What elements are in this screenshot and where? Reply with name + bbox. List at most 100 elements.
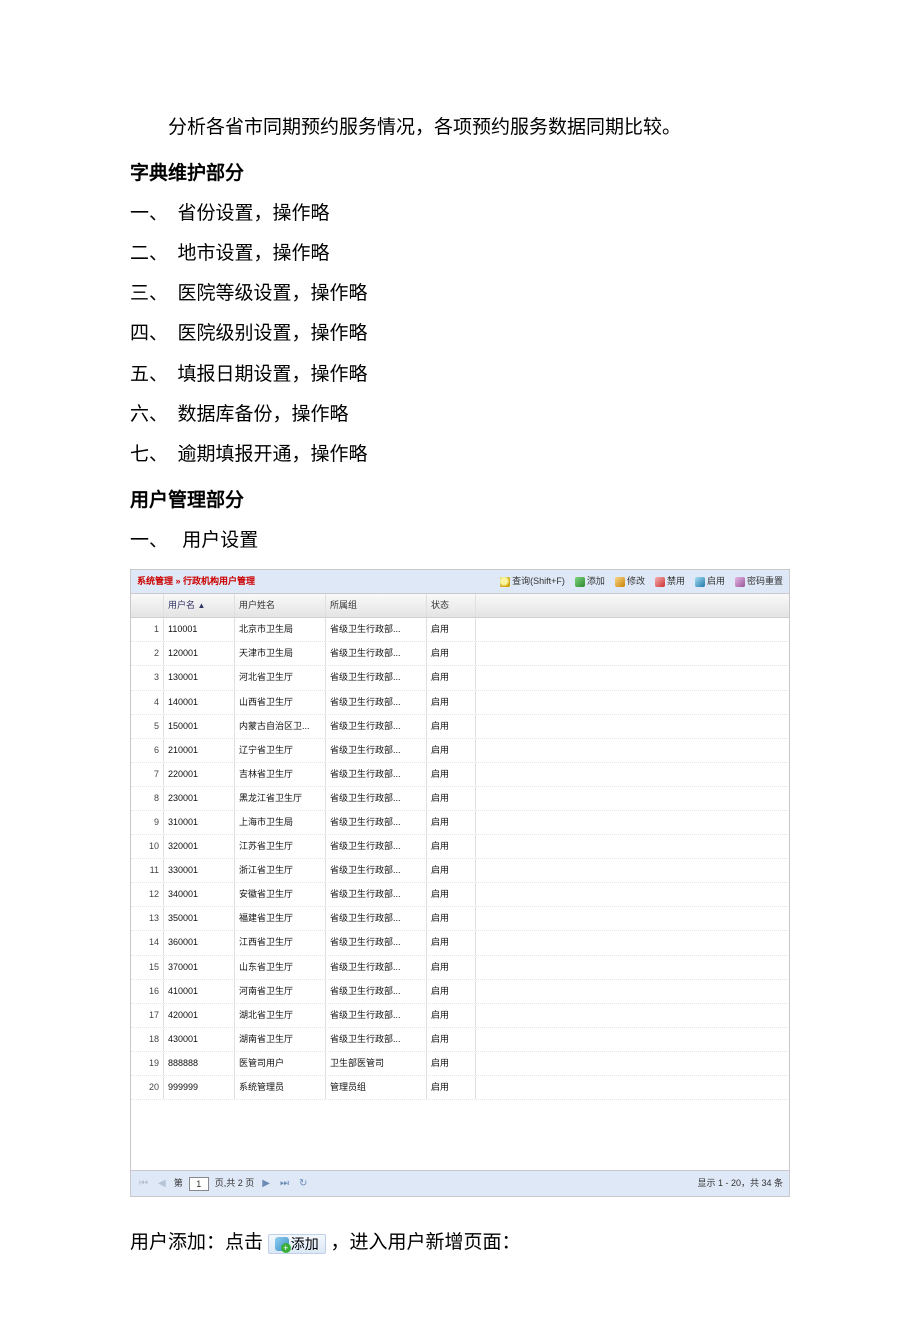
list-text: 填报日期设置，操作略 (178, 364, 368, 385)
cell-status: 启用 (427, 787, 476, 810)
enable-icon (695, 577, 705, 587)
list-text: 医院等级设置，操作略 (178, 283, 368, 304)
cell-status: 启用 (427, 618, 476, 641)
cell-name: 浙江省卫生厅 (235, 859, 326, 882)
cell-group: 省级卫生行政部... (326, 787, 427, 810)
cell-name: 安徽省卫生厅 (235, 883, 326, 906)
table-row[interactable]: 5150001内蒙古自治区卫...省级卫生行政部...启用 (131, 715, 789, 739)
disable-button[interactable]: 禁用 (655, 573, 685, 590)
list-number: 一、 (130, 196, 178, 232)
list-number: 三、 (130, 276, 178, 312)
list-number: 一、 (130, 523, 178, 559)
cell-name: 福建省卫生厅 (235, 907, 326, 930)
cell-user: 350001 (164, 907, 235, 930)
cell-index: 11 (131, 859, 164, 882)
cell-status: 启用 (427, 1004, 476, 1027)
cell-name: 河南省卫生厅 (235, 980, 326, 1003)
table-row[interactable]: 3130001河北省卫生厅省级卫生行政部...启用 (131, 666, 789, 690)
pager-prev-button[interactable]: ◀ (156, 1174, 168, 1193)
footer-prefix: 用户添加：点击 (130, 1232, 263, 1253)
search-icon (500, 577, 510, 587)
pager-last-button[interactable]: ⏭ (278, 1174, 291, 1193)
table-row[interactable]: 14360001江西省卫生厅省级卫生行政部...启用 (131, 931, 789, 955)
edit-icon (615, 577, 625, 587)
cell-name: 吉林省卫生厅 (235, 763, 326, 786)
cell-index: 18 (131, 1028, 164, 1051)
table-row[interactable]: 9310001上海市卫生局省级卫生行政部...启用 (131, 811, 789, 835)
cell-index: 7 (131, 763, 164, 786)
cell-user: 360001 (164, 931, 235, 954)
dict-list-item: 五、填报日期设置，操作略 (130, 357, 790, 393)
table-row[interactable]: 13350001福建省卫生厅省级卫生行政部...启用 (131, 907, 789, 931)
table-row[interactable]: 11330001浙江省卫生厅省级卫生行政部...启用 (131, 859, 789, 883)
table-row[interactable]: 10320001江苏省卫生厅省级卫生行政部...启用 (131, 835, 789, 859)
pager-first-button[interactable]: ⏮ (137, 1174, 150, 1193)
table-row[interactable]: 12340001安徽省卫生厅省级卫生行政部...启用 (131, 883, 789, 907)
section-user-heading: 用户管理部分 (130, 483, 790, 519)
table-row[interactable]: 1110001北京市卫生局省级卫生行政部...启用 (131, 618, 789, 642)
table-row[interactable]: 17420001湖北省卫生厅省级卫生行政部...启用 (131, 1004, 789, 1028)
table-row[interactable]: 20999999系统管理员管理员组启用 (131, 1076, 789, 1100)
table-row[interactable]: 6210001辽宁省卫生厅省级卫生行政部...启用 (131, 739, 789, 763)
pager-next-button[interactable]: ▶ (260, 1174, 272, 1193)
cell-user: 888888 (164, 1052, 235, 1075)
cell-index: 5 (131, 715, 164, 738)
cell-group: 省级卫生行政部... (326, 739, 427, 762)
dict-list-item: 四、医院级别设置，操作略 (130, 316, 790, 352)
disable-icon (655, 577, 665, 587)
dict-list-item: 七、逾期填报开通，操作略 (130, 437, 790, 473)
cell-group: 省级卫生行政部... (326, 956, 427, 979)
cell-index: 12 (131, 883, 164, 906)
cell-group: 省级卫生行政部... (326, 1028, 427, 1051)
cell-status: 启用 (427, 1028, 476, 1051)
disable-label: 禁用 (667, 573, 685, 590)
cell-index: 1 (131, 618, 164, 641)
cell-name: 内蒙古自治区卫... (235, 715, 326, 738)
cell-index: 20 (131, 1076, 164, 1099)
cell-user: 340001 (164, 883, 235, 906)
col-status-header[interactable]: 状态 (427, 594, 476, 617)
cell-index: 3 (131, 666, 164, 689)
dict-list-item: 一、省份设置，操作略 (130, 196, 790, 232)
cell-user: 370001 (164, 956, 235, 979)
inline-add-label: 添加 (291, 1237, 319, 1251)
table-row[interactable]: 19888888医管司用户卫生部医管司启用 (131, 1052, 789, 1076)
toolbar: 查询(Shift+F) 添加 修改 禁用 启用 (500, 573, 783, 590)
search-button[interactable]: 查询(Shift+F) (500, 573, 565, 590)
col-group-header[interactable]: 所属组 (326, 594, 427, 617)
cell-group: 省级卫生行政部... (326, 907, 427, 930)
inline-add-button[interactable]: 添加 (268, 1234, 326, 1254)
cell-group: 省级卫生行政部... (326, 811, 427, 834)
cell-index: 2 (131, 642, 164, 665)
dict-list-item: 二、地市设置，操作略 (130, 236, 790, 272)
list-text: 用户设置 (182, 530, 258, 551)
edit-button[interactable]: 修改 (615, 573, 645, 590)
table-row[interactable]: 2120001天津市卫生局省级卫生行政部...启用 (131, 642, 789, 666)
enable-button[interactable]: 启用 (695, 573, 725, 590)
table-row[interactable]: 16410001河南省卫生厅省级卫生行政部...启用 (131, 980, 789, 1004)
table-row[interactable]: 18430001湖南省卫生厅省级卫生行政部...启用 (131, 1028, 789, 1052)
table-row[interactable]: 15370001山东省卫生厅省级卫生行政部...启用 (131, 956, 789, 980)
user-list-item: 一、 用户设置 (130, 523, 790, 559)
edit-label: 修改 (627, 573, 645, 590)
cell-name: 辽宁省卫生厅 (235, 739, 326, 762)
cell-user: 330001 (164, 859, 235, 882)
cell-group: 省级卫生行政部... (326, 666, 427, 689)
col-name-header[interactable]: 用户姓名 (235, 594, 326, 617)
add-button[interactable]: 添加 (575, 573, 605, 590)
cell-status: 启用 (427, 931, 476, 954)
table-row[interactable]: 4140001山西省卫生厅省级卫生行政部...启用 (131, 691, 789, 715)
cell-group: 省级卫生行政部... (326, 859, 427, 882)
cell-status: 启用 (427, 691, 476, 714)
list-number: 二、 (130, 236, 178, 272)
reset-password-button[interactable]: 密码重置 (735, 573, 783, 590)
enable-label: 启用 (707, 573, 725, 590)
cell-user: 410001 (164, 980, 235, 1003)
pager-refresh-button[interactable]: ↻ (297, 1174, 309, 1193)
cell-group: 省级卫生行政部... (326, 642, 427, 665)
cell-name: 天津市卫生局 (235, 642, 326, 665)
col-user-header[interactable]: 用户名 ▲ (164, 594, 235, 617)
pager-page-input[interactable]: 1 (189, 1177, 209, 1191)
table-row[interactable]: 7220001吉林省卫生厅省级卫生行政部...启用 (131, 763, 789, 787)
table-row[interactable]: 8230001黑龙江省卫生厅省级卫生行政部...启用 (131, 787, 789, 811)
